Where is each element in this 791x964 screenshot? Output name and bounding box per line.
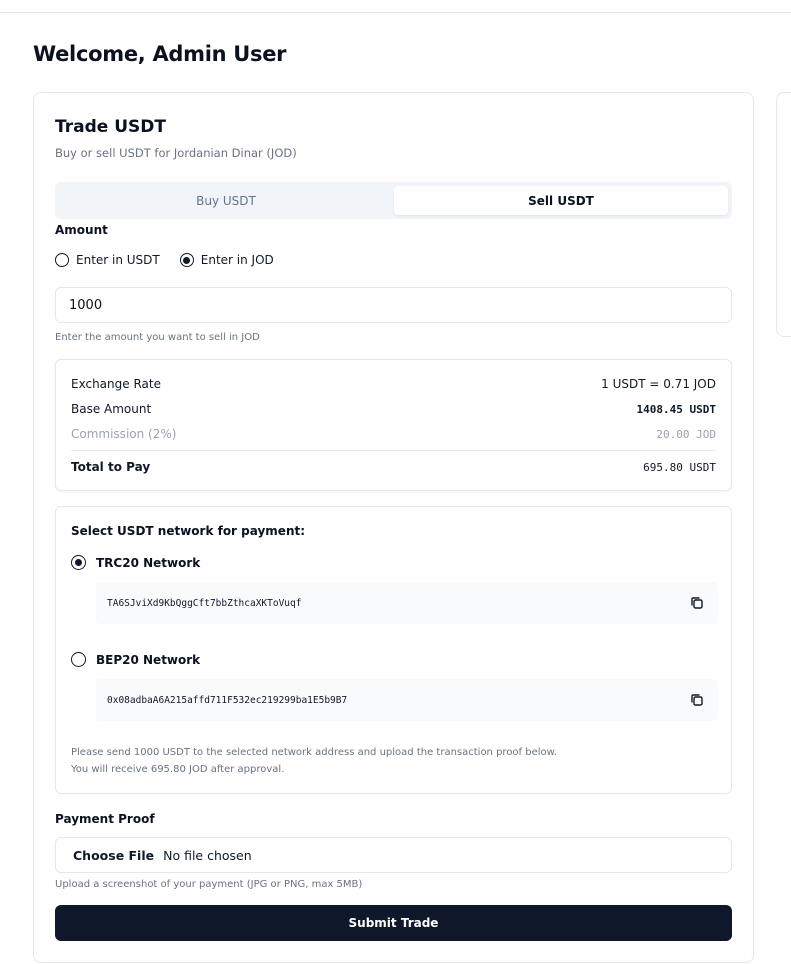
radio-enter-jod[interactable]: Enter in JOD xyxy=(179,253,274,267)
base-amount-value: 1408.45 USDT xyxy=(636,402,716,416)
payment-proof-label: Payment Proof xyxy=(55,812,155,826)
network-trc20-label: TRC20 Network xyxy=(96,555,201,570)
trade-tabs: Buy USDT Sell USDT xyxy=(55,182,732,219)
side-panel-card xyxy=(776,92,791,337)
network-bep20-label: BEP20 Network xyxy=(96,652,201,667)
exchange-rate-label: Exchange Rate xyxy=(71,377,161,391)
commission-value: 20.00 JOD xyxy=(656,427,716,441)
card-title: Trade USDT xyxy=(55,117,166,137)
radio-unchecked-icon[interactable] xyxy=(55,253,69,267)
bep20-address: 0x08adbaA6A215affd711F532ec219299ba1E5b9… xyxy=(107,694,348,706)
page-title: Welcome, Admin User xyxy=(33,42,287,66)
trade-card: Trade USDT Buy or sell USDT for Jordania… xyxy=(33,92,754,963)
header-divider xyxy=(0,12,791,13)
payment-proof-file-input[interactable]: Choose File No file chosen xyxy=(55,837,732,873)
base-amount-row: Base Amount 1408.45 USDT xyxy=(71,402,716,416)
network-title: Select USDT network for payment: xyxy=(71,524,306,538)
trade-summary: Exchange Rate 1 USDT = 0.71 JOD Base Amo… xyxy=(55,359,732,491)
copy-icon[interactable] xyxy=(689,692,705,708)
payment-proof-hint: Upload a screenshot of your payment (JPG… xyxy=(55,879,363,890)
amount-label: Amount xyxy=(55,223,108,237)
network-option-bep20[interactable]: BEP20 Network xyxy=(71,652,200,667)
network-note-line1: Please send 1000 USDT to the selected ne… xyxy=(71,747,558,758)
amount-mode-group: Enter in USDT Enter in JOD xyxy=(55,253,294,267)
radio-enter-usdt[interactable]: Enter in USDT xyxy=(55,253,160,267)
trc20-address: TA6SJviXd9KbQggCft7bbZthcaXKToVuqf xyxy=(107,597,302,609)
bep20-address-box: 0x08adbaA6A215affd711F532ec219299ba1E5b9… xyxy=(96,679,718,721)
summary-divider xyxy=(71,450,716,451)
radio-enter-jod-label: Enter in JOD xyxy=(200,253,274,267)
commission-row: Commission (2%) 20.00 JOD xyxy=(71,427,716,441)
card-subtitle: Buy or sell USDT for Jordanian Dinar (JO… xyxy=(55,146,297,160)
commission-label: Commission (2%) xyxy=(71,427,177,441)
network-note: Please send 1000 USDT to the selected ne… xyxy=(71,744,557,778)
radio-enter-usdt-label: Enter in USDT xyxy=(76,253,160,267)
network-panel: Select USDT network for payment: TRC20 N… xyxy=(55,506,732,794)
trc20-address-box: TA6SJviXd9KbQggCft7bbZthcaXKToVuqf xyxy=(96,582,718,624)
network-option-trc20[interactable]: TRC20 Network xyxy=(71,555,200,570)
amount-hint: Enter the amount you want to sell in JOD xyxy=(55,332,260,343)
submit-trade-button[interactable]: Submit Trade xyxy=(55,905,732,941)
file-status: No file chosen xyxy=(163,847,252,863)
network-note-line2: You will receive 695.80 JOD after approv… xyxy=(71,764,285,775)
radio-checked-icon[interactable] xyxy=(71,555,86,570)
exchange-rate-row: Exchange Rate 1 USDT = 0.71 JOD xyxy=(71,377,716,391)
amount-input[interactable]: 1000 xyxy=(55,287,732,323)
tab-sell-usdt[interactable]: Sell USDT xyxy=(394,186,728,215)
radio-unchecked-icon[interactable] xyxy=(71,652,86,667)
exchange-rate-value: 1 USDT = 0.71 JOD xyxy=(601,377,716,391)
copy-icon[interactable] xyxy=(689,595,705,611)
tab-buy-usdt[interactable]: Buy USDT xyxy=(59,186,393,215)
choose-file-button[interactable]: Choose File xyxy=(73,848,154,863)
radio-checked-icon[interactable] xyxy=(179,253,194,267)
total-label: Total to Pay xyxy=(71,460,151,474)
total-value: 695.80 USDT xyxy=(643,460,716,474)
base-amount-label: Base Amount xyxy=(71,402,152,416)
total-row: Total to Pay 695.80 USDT xyxy=(71,460,716,474)
